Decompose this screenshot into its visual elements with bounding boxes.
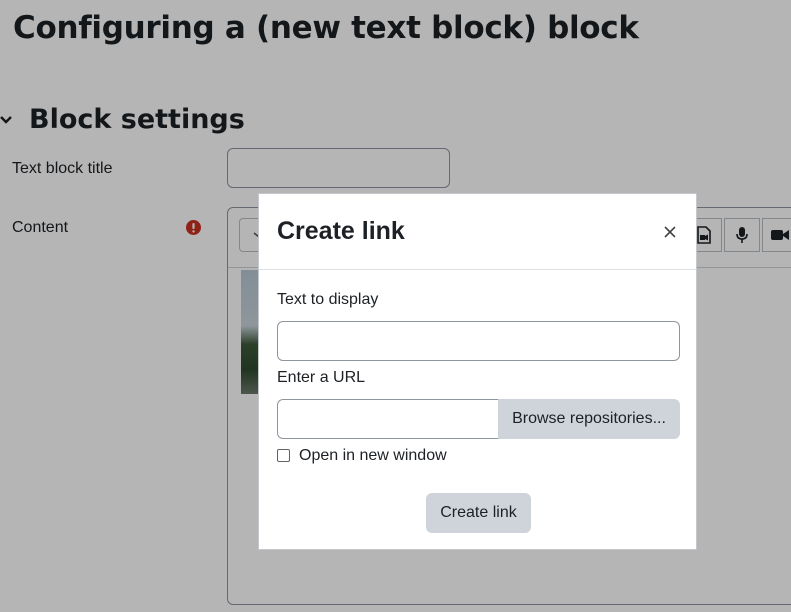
create-link-dialog: Create link Text to display Enter a URL … [258,193,697,550]
browse-repositories-button[interactable]: Browse repositories... [498,399,680,439]
close-icon[interactable] [661,223,679,241]
open-in-new-window-label[interactable]: Open in new window [299,447,447,465]
text-to-display-input[interactable] [277,321,680,361]
url-label: Enter a URL [277,369,366,386]
create-link-button[interactable]: Create link [426,493,531,533]
modal-header: Create link [259,194,696,270]
text-to-display-label: Text to display [277,291,379,308]
open-in-new-window-checkbox[interactable] [277,449,290,462]
modal-title: Create link [277,217,405,245]
url-input[interactable] [277,399,499,439]
